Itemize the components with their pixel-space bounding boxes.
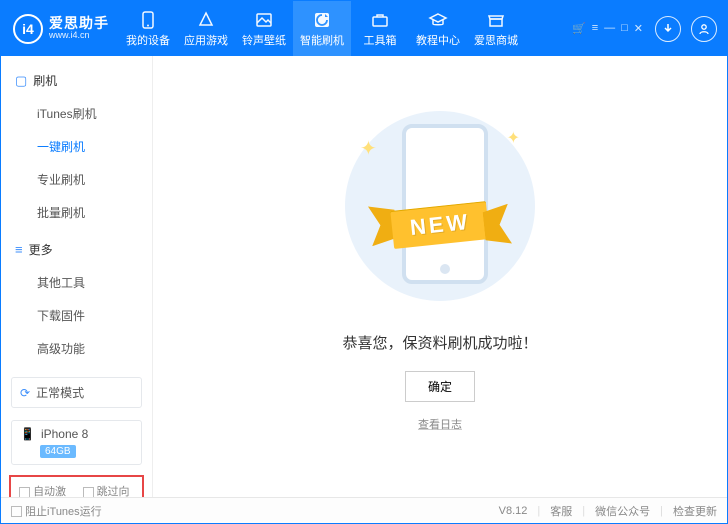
success-message: 恭喜您，保资料刷机成功啦！ [342,332,537,353]
graduation-icon [428,11,448,29]
nav-store[interactable]: 爱思商城 [467,1,525,56]
phone-icon [138,11,158,29]
app-name: 爱思助手 [49,16,109,31]
sidebar-oneclick-flash[interactable]: 一键刷机 [1,130,152,163]
sparkle-icon: ✦ [507,128,520,148]
nav-tutorials[interactable]: 教程中心 [409,1,467,56]
sidebar-advanced[interactable]: 高级功能 [1,332,152,365]
customer-service-link[interactable]: 客服 [550,503,572,519]
app-window: i4 爱思助手 www.i4.cn 我的设备 应用游戏 铃声壁纸 智能刷机 [0,0,728,524]
device-storage-badge: 64GB [40,445,76,458]
version-label: V8.12 [499,505,528,517]
success-illustration: ✦ ✦ NEW [330,106,550,306]
statusbar: 阻止iTunes运行 V8.12 | 客服 | 微信公众号 | 检查更新 [1,497,727,523]
maximize-button[interactable]: □ [621,22,628,35]
flash-icon [312,11,332,29]
toolbox-icon [370,11,390,29]
logo-icon: i4 [13,14,43,44]
sparkle-icon: ✦ [360,136,377,161]
refresh-icon: ⟳ [20,386,30,400]
app-url: www.i4.cn [49,31,109,41]
nav-apps[interactable]: 应用游戏 [177,1,235,56]
nav-smart-flash[interactable]: 智能刷机 [293,1,351,56]
new-ribbon: NEW [330,202,550,248]
minimize-button[interactable]: — [604,22,615,35]
check-update-link[interactable]: 检查更新 [673,503,717,519]
top-nav: 我的设备 应用游戏 铃声壁纸 智能刷机 工具箱 教程中心 [119,1,525,56]
titlebar: i4 爱思助手 www.i4.cn 我的设备 应用游戏 铃声壁纸 智能刷机 [1,1,727,56]
device-name: iPhone 8 [41,427,88,441]
nav-ringtones[interactable]: 铃声壁纸 [235,1,293,56]
sidebar-batch-flash[interactable]: 批量刷机 [1,196,152,229]
nav-my-device[interactable]: 我的设备 [119,1,177,56]
block-itunes-checkbox[interactable]: 阻止iTunes运行 [11,503,102,519]
sidebar-itunes-flash[interactable]: iTunes刷机 [1,97,152,130]
phone-outline-icon: ▢ [15,73,27,89]
device-box[interactable]: 📱 iPhone 8 64GB [11,420,142,465]
window-controls: 🛒 ≡ — □ ✕ [572,16,727,42]
apps-icon [196,11,216,29]
wechat-link[interactable]: 微信公众号 [595,503,650,519]
sidebar-download-firmware[interactable]: 下载固件 [1,299,152,332]
section-flash[interactable]: ▢ 刷机 [1,66,152,95]
sidebar: ▢ 刷机 iTunes刷机 一键刷机 专业刷机 批量刷机 ≡ 更多 其他工具 下… [1,56,153,497]
main-pane: ✦ ✦ NEW 恭喜您，保资料刷机成功啦！ 确定 查看日志 [153,56,727,497]
wallpaper-icon [254,11,274,29]
device-icon: 📱 [20,427,35,441]
confirm-button[interactable]: 确定 [405,371,475,402]
menu-icon[interactable]: ≡ [592,22,598,35]
bottom-options: 自动激活 跳过向导 [9,475,144,497]
sidebar-pro-flash[interactable]: 专业刷机 [1,163,152,196]
sidebar-other-tools[interactable]: 其他工具 [1,266,152,299]
body: ▢ 刷机 iTunes刷机 一键刷机 专业刷机 批量刷机 ≡ 更多 其他工具 下… [1,56,727,497]
section-more[interactable]: ≡ 更多 [1,235,152,264]
cart-icon[interactable]: 🛒 [572,22,586,35]
app-logo: i4 爱思助手 www.i4.cn [1,1,119,56]
store-icon [486,11,506,29]
skip-guide-checkbox[interactable]: 跳过向导 [83,483,135,497]
close-button[interactable]: ✕ [634,22,643,35]
mode-box[interactable]: ⟳ 正常模式 [11,377,142,408]
list-icon: ≡ [15,242,23,257]
logo-text: 爱思助手 www.i4.cn [49,16,109,41]
download-button[interactable] [655,16,681,42]
auto-activate-checkbox[interactable]: 自动激活 [19,483,71,497]
nav-toolbox[interactable]: 工具箱 [351,1,409,56]
user-button[interactable] [691,16,717,42]
view-log-link[interactable]: 查看日志 [418,416,462,432]
